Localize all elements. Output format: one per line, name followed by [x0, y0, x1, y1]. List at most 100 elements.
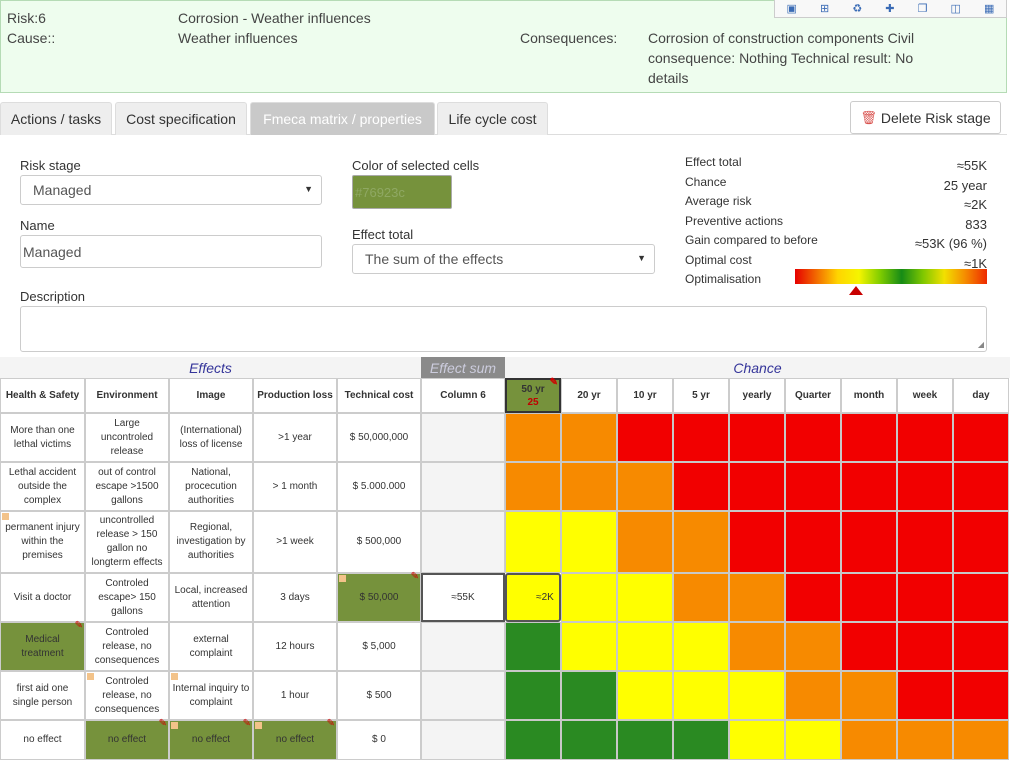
matrix-cell[interactable] — [505, 413, 561, 462]
effect-cell[interactable]: $ 5.000.000 — [337, 462, 421, 511]
matrix-cell[interactable] — [841, 462, 897, 511]
effect-header[interactable]: Column 6 — [421, 378, 505, 413]
effect-total-select[interactable]: The sum of the effects ▼ — [352, 244, 655, 274]
chance-header[interactable]: day — [953, 378, 1009, 413]
plus-icon[interactable]: ✚ — [885, 3, 894, 15]
chance-header[interactable]: month — [841, 378, 897, 413]
matrix-cell[interactable] — [841, 720, 897, 760]
matrix-cell[interactable] — [729, 720, 785, 760]
risk-stage-select[interactable]: Managed ▼ — [20, 175, 322, 205]
effect-cell[interactable]: >1 year — [253, 413, 337, 462]
effect-cell[interactable]: $ 50,000,000 — [337, 413, 421, 462]
matrix-cell[interactable] — [785, 413, 841, 462]
matrix-cell[interactable] — [617, 511, 673, 573]
matrix-cell[interactable] — [561, 573, 617, 622]
effect-cell[interactable]: Lethal accident outside the complex — [0, 462, 85, 511]
matrix-cell[interactable] — [897, 413, 953, 462]
save-icon[interactable]: ▦ — [984, 3, 994, 15]
effect-cell[interactable]: Controled escape> 150 gallons — [85, 573, 169, 622]
effect-sum-cell[interactable] — [421, 413, 505, 462]
matrix-cell[interactable] — [953, 671, 1009, 720]
effect-cell[interactable]: $ 500,000 — [337, 511, 421, 573]
delete-risk-stage-button[interactable]: 🗑 Delete Risk stage — [850, 101, 1001, 134]
matrix-cell[interactable] — [897, 573, 953, 622]
color-picker[interactable]: #76923c — [352, 175, 452, 209]
matrix-cell[interactable] — [729, 511, 785, 573]
matrix-cell[interactable] — [953, 720, 1009, 760]
matrix-cell[interactable] — [617, 720, 673, 760]
chance-header[interactable]: Quarter — [785, 378, 841, 413]
matrix-cell[interactable] — [953, 622, 1009, 671]
matrix-cell[interactable] — [673, 622, 729, 671]
recycle-icon[interactable]: ♻ — [852, 3, 862, 15]
effect-cell[interactable]: Internal inquiry to complaint — [169, 671, 253, 720]
effect-cell[interactable]: Controled release, no consequences — [85, 671, 169, 720]
chance-header[interactable]: 5 yr — [673, 378, 729, 413]
matrix-cell[interactable] — [953, 413, 1009, 462]
matrix-cell[interactable] — [505, 511, 561, 573]
matrix-cell[interactable] — [785, 462, 841, 511]
matrix-cell[interactable] — [841, 622, 897, 671]
share-icon[interactable]: ▣ — [787, 3, 797, 15]
matrix-cell[interactable] — [897, 462, 953, 511]
effect-sum-cell[interactable] — [421, 671, 505, 720]
chance-header[interactable]: 10 yr — [617, 378, 673, 413]
chance-header[interactable]: yearly — [729, 378, 785, 413]
matrix-cell[interactable] — [729, 573, 785, 622]
effect-cell[interactable]: More than one lethal victims — [0, 413, 85, 462]
effect-cell[interactable]: first aid one single person — [0, 671, 85, 720]
effect-header[interactable]: Image — [169, 378, 253, 413]
matrix-cell[interactable] — [897, 511, 953, 573]
name-input[interactable]: Managed — [20, 235, 322, 268]
matrix-cell[interactable] — [617, 413, 673, 462]
description-textarea[interactable]: ◢ — [20, 306, 987, 352]
tab-fmeca-matrix[interactable]: Fmeca matrix / properties — [250, 102, 435, 135]
effect-header[interactable]: Production loss — [253, 378, 337, 413]
matrix-cell[interactable] — [897, 720, 953, 760]
tab-actions-tasks[interactable]: Actions / tasks — [0, 102, 112, 135]
effect-header[interactable]: Health & Safety — [0, 378, 85, 413]
matrix-cell[interactable] — [897, 671, 953, 720]
chance-header[interactable]: 20 yr — [561, 378, 617, 413]
effect-header[interactable]: Environment — [85, 378, 169, 413]
effect-sum-cell[interactable] — [421, 720, 505, 760]
matrix-cell[interactable] — [561, 671, 617, 720]
effect-sum-cell[interactable]: ≈55K — [421, 573, 505, 622]
chance-header[interactable]: 50 yr 25 ✎ — [505, 378, 561, 413]
matrix-cell[interactable] — [617, 671, 673, 720]
matrix-cell[interactable] — [785, 622, 841, 671]
matrix-cell[interactable] — [673, 462, 729, 511]
matrix-cell[interactable] — [505, 671, 561, 720]
tab-cost-specification[interactable]: Cost specification — [115, 102, 247, 135]
effect-cell[interactable]: 12 hours — [253, 622, 337, 671]
effect-cell[interactable]: Visit a doctor — [0, 573, 85, 622]
effect-sum-cell[interactable] — [421, 462, 505, 511]
matrix-cell[interactable] — [841, 413, 897, 462]
matrix-cell[interactable] — [785, 671, 841, 720]
trash-icon[interactable]: ◫ — [951, 3, 961, 15]
matrix-cell[interactable] — [953, 511, 1009, 573]
matrix-cell[interactable] — [785, 573, 841, 622]
effect-cell[interactable]: Medical treatment ✎ — [0, 621, 85, 671]
matrix-cell[interactable] — [505, 462, 561, 511]
matrix-cell[interactable] — [673, 413, 729, 462]
effect-cell[interactable]: (International) loss of license — [169, 413, 253, 462]
matrix-cell[interactable] — [785, 511, 841, 573]
matrix-cell[interactable] — [729, 413, 785, 462]
effect-cell[interactable]: National, procecution authorities — [169, 462, 253, 511]
effect-cell[interactable]: no effect — [0, 720, 85, 760]
matrix-cell[interactable] — [617, 622, 673, 671]
matrix-cell[interactable] — [785, 720, 841, 760]
matrix-cell[interactable] — [505, 720, 561, 760]
chance-header[interactable]: week — [897, 378, 953, 413]
effect-cell[interactable]: > 1 month — [253, 462, 337, 511]
matrix-cell[interactable] — [841, 671, 897, 720]
effect-sum-cell[interactable] — [421, 622, 505, 671]
effect-cell[interactable]: uncontrolled release > 150 gallon no lon… — [85, 511, 169, 573]
matrix-cell[interactable] — [673, 511, 729, 573]
effect-cell[interactable]: Large uncontroled release — [85, 413, 169, 462]
matrix-cell[interactable] — [841, 511, 897, 573]
effect-cell[interactable]: no effect ✎ — [85, 719, 169, 760]
matrix-cell[interactable] — [561, 720, 617, 760]
effect-cell[interactable]: no effect ✎ — [253, 719, 337, 760]
